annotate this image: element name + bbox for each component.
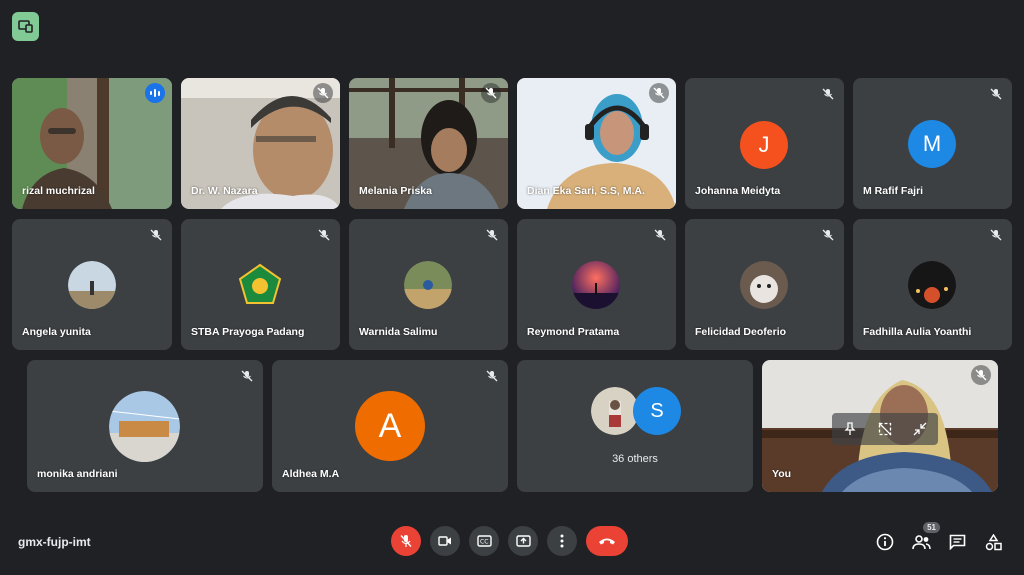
- captions-button[interactable]: CC: [469, 526, 499, 556]
- minimize-icon[interactable]: [913, 422, 927, 436]
- avatar: [572, 261, 620, 309]
- participant-name: STBA Prayoga Padang: [191, 326, 305, 338]
- self-tile-controls: [832, 413, 938, 445]
- participant-tile[interactable]: Dr. W. Nazara: [181, 78, 340, 209]
- avatar: [908, 261, 956, 309]
- participant-name: Melania Priska: [359, 185, 432, 197]
- mic-off-icon: [988, 227, 1004, 243]
- avatar: [404, 261, 452, 309]
- avatar: [68, 261, 116, 309]
- participant-name: Dian Eka Sari, S.S, M.A.: [527, 185, 645, 197]
- mic-off-icon: [148, 227, 164, 243]
- participant-tile[interactable]: Reymond Pratama: [517, 219, 676, 350]
- people-icon: [911, 534, 931, 549]
- avatar: M: [908, 120, 956, 168]
- participant-name: You: [772, 468, 792, 480]
- participant-name: Johanna Meidyta: [695, 185, 781, 197]
- others-count-label: 36 others: [612, 453, 658, 465]
- participant-name: M Rafif Fajri: [863, 185, 924, 197]
- people-button[interactable]: 51: [910, 522, 940, 553]
- chat-icon: [949, 534, 965, 550]
- chat-button[interactable]: [946, 531, 968, 553]
- participant-tile[interactable]: J Johanna Meidyta: [685, 78, 844, 209]
- participant-tile[interactable]: Fadhilla Aulia Yoanthi: [853, 219, 1012, 350]
- mic-off-icon: [481, 83, 501, 103]
- participant-tile[interactable]: Felicidad Deoferio: [685, 219, 844, 350]
- participant-name: Reymond Pratama: [527, 326, 620, 338]
- more-options-button[interactable]: [547, 526, 577, 556]
- svg-text:CC: CC: [480, 539, 488, 546]
- avatar: S: [633, 387, 681, 435]
- more-options-icon: [560, 534, 564, 548]
- info-icon: [876, 533, 894, 551]
- mic-off-icon: [820, 227, 836, 243]
- avatar: [591, 387, 639, 435]
- avatar: [109, 391, 180, 462]
- participant-tile[interactable]: monika andriani: [27, 360, 263, 492]
- activities-button[interactable]: [982, 531, 1004, 553]
- present-screen-button[interactable]: [508, 526, 538, 556]
- mic-off-icon: [652, 227, 668, 243]
- mic-off-icon: [988, 86, 1004, 102]
- camera-icon: [438, 536, 451, 546]
- activities-icon: [985, 533, 1002, 550]
- participant-name: monika andriani: [37, 468, 118, 480]
- avatar: [740, 261, 788, 309]
- speaking-icon: [145, 83, 165, 103]
- avatar: A: [355, 391, 425, 461]
- mic-off-icon: [239, 368, 255, 384]
- mic-off-icon: [313, 83, 333, 103]
- participant-name: Felicidad Deoferio: [695, 326, 787, 338]
- mic-off-icon: [820, 86, 836, 102]
- present-badge-icon: [18, 20, 33, 33]
- participant-tile[interactable]: Warnida Salimu: [349, 219, 508, 350]
- participant-name: Angela yunita: [22, 326, 91, 338]
- camera-toggle-button[interactable]: [430, 526, 460, 556]
- participant-name: Aldhea M.A: [282, 468, 340, 480]
- bottom-toolbar: gmx-fujp-imt CC 51: [0, 513, 1024, 575]
- meeting-info-button[interactable]: [874, 531, 896, 553]
- participants-count-badge: 51: [923, 522, 940, 533]
- mic-off-icon: [316, 227, 332, 243]
- mic-off-icon: [971, 365, 991, 385]
- pin-icon[interactable]: [843, 422, 857, 436]
- participant-tile[interactable]: rizal muchrizal: [12, 78, 172, 209]
- participant-tile[interactable]: STBA Prayoga Padang: [181, 219, 340, 350]
- avatar: J: [740, 121, 788, 169]
- participant-tile[interactable]: Dian Eka Sari, S.S, M.A.: [517, 78, 676, 209]
- participant-tile[interactable]: Angela yunita: [12, 219, 172, 350]
- participant-name: Dr. W. Nazara: [191, 185, 258, 197]
- end-call-icon: [599, 538, 615, 545]
- mic-off-icon: [484, 227, 500, 243]
- mic-off-button-icon: [400, 535, 412, 547]
- participant-name: Fadhilla Aulia Yoanthi: [863, 326, 972, 338]
- end-call-button[interactable]: [586, 526, 628, 556]
- participant-tile[interactable]: Melania Priska: [349, 78, 508, 209]
- self-tile[interactable]: You: [762, 360, 998, 492]
- others-tile[interactable]: S 36 others: [517, 360, 753, 492]
- present-badge[interactable]: [12, 12, 39, 41]
- remove-icon[interactable]: [878, 422, 892, 436]
- participant-name: rizal muchrizal: [22, 185, 95, 197]
- captions-icon: CC: [476, 535, 492, 547]
- present-screen-icon: [515, 535, 531, 547]
- avatar: [236, 261, 284, 309]
- mic-off-icon: [484, 368, 500, 384]
- participant-tile[interactable]: A Aldhea M.A: [272, 360, 508, 492]
- meeting-code: gmx-fujp-imt: [18, 535, 91, 549]
- participant-name: Warnida Salimu: [359, 326, 438, 338]
- mic-off-icon: [649, 83, 669, 103]
- participant-tile[interactable]: M M Rafif Fajri: [853, 78, 1012, 209]
- mic-toggle-button[interactable]: [391, 526, 421, 556]
